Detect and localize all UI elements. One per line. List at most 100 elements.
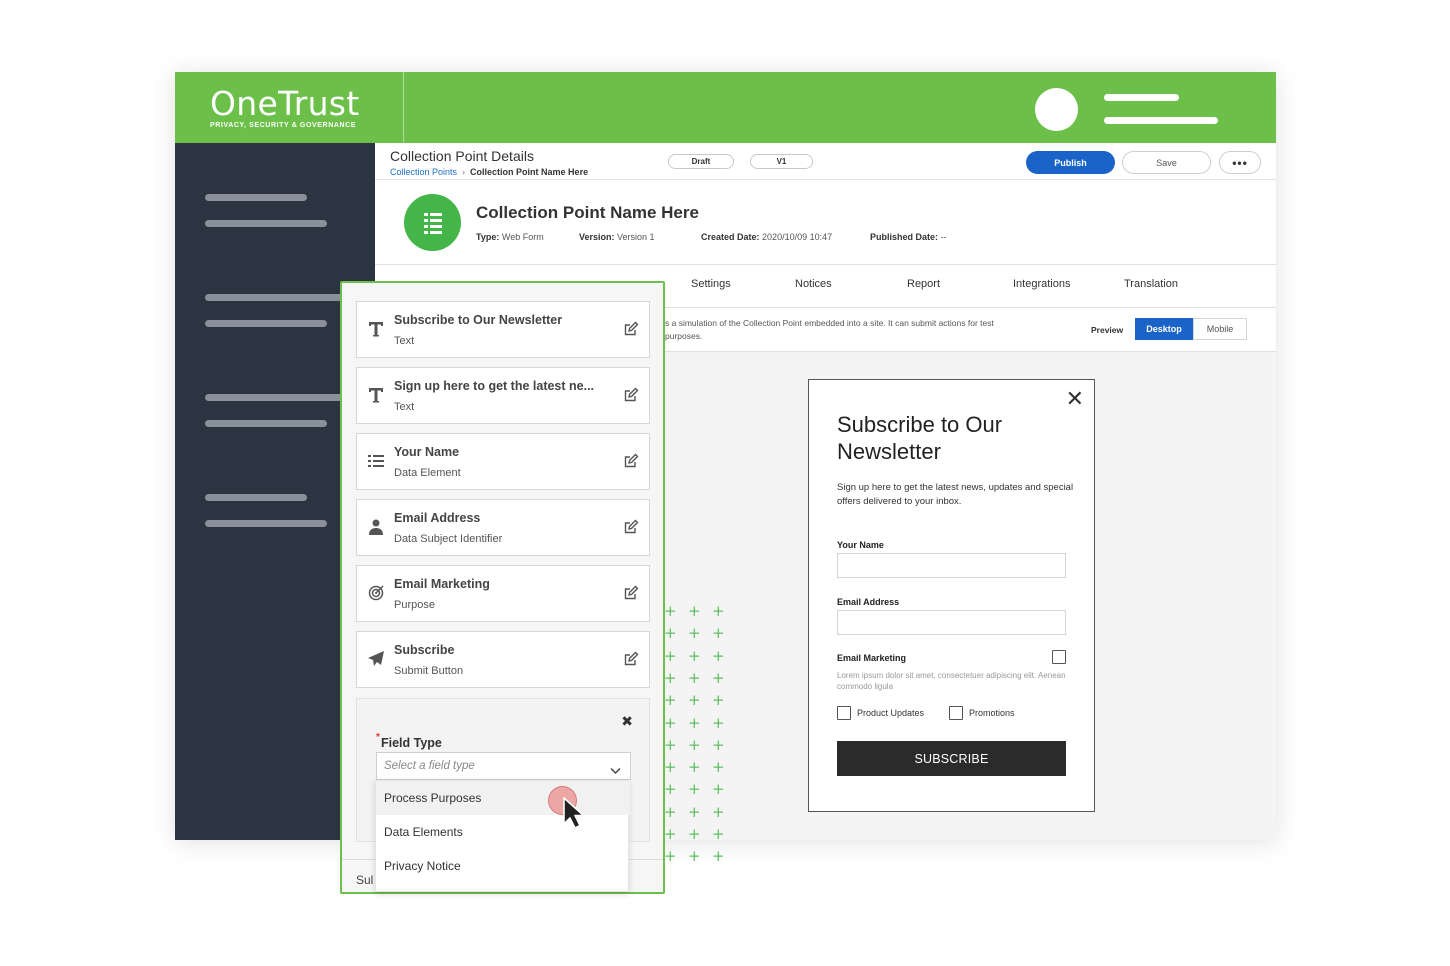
- user-icon: [365, 516, 387, 538]
- card-subtitle: Data Subject Identifier: [394, 533, 503, 545]
- close-icon[interactable]: ✖: [621, 713, 633, 730]
- version-badge: V1: [750, 154, 813, 169]
- sidebar-item-placeholder[interactable]: [205, 420, 327, 427]
- edit-icon[interactable]: [623, 519, 639, 535]
- field-type-dropdown-menu: Process Purposes Data Elements Privacy N…: [375, 780, 630, 892]
- field-type-placeholder: Select a field type: [384, 760, 475, 772]
- sidebar-item-placeholder[interactable]: [205, 494, 307, 501]
- plus-decoration: +: [664, 646, 677, 665]
- email-marketing-checkbox[interactable]: [1052, 650, 1066, 664]
- top-bar: OneTrust PRIVACY, SECURITY & GOVERNANCE: [175, 72, 1276, 143]
- plus-decoration: +: [712, 735, 725, 754]
- close-icon[interactable]: ✕: [1066, 388, 1084, 410]
- meta-created-value: 2020/10/09 10:47: [762, 232, 833, 242]
- promotions-checkbox[interactable]: [949, 706, 963, 720]
- sidebar-item-placeholder[interactable]: [205, 394, 345, 401]
- edit-icon[interactable]: [623, 585, 639, 601]
- breadcrumb-collection-points[interactable]: Collection Points: [390, 167, 457, 177]
- required-marker: *: [376, 732, 380, 743]
- product-updates-checkbox[interactable]: [837, 706, 851, 720]
- sidebar-item-placeholder[interactable]: [205, 220, 327, 227]
- plus-decoration: +: [712, 758, 725, 777]
- plus-decoration: +: [688, 602, 701, 620]
- card-subtitle: Purpose: [394, 599, 435, 611]
- onetrust-logo[interactable]: OneTrust PRIVACY, SECURITY & GOVERNANCE: [210, 86, 360, 130]
- breadcrumb-chevron-icon: ›: [462, 167, 466, 177]
- builder-card[interactable]: Sign up here to get the latest ne... Tex…: [356, 367, 650, 424]
- plus-decoration: +: [688, 780, 701, 799]
- save-button[interactable]: Save: [1122, 151, 1211, 174]
- plus-decoration: +: [664, 624, 677, 643]
- plus-decoration: +: [664, 847, 677, 866]
- menu-placeholder-line: [1104, 94, 1179, 101]
- tab-integrations[interactable]: Integrations: [1013, 278, 1070, 290]
- sidebar-item-placeholder[interactable]: [205, 320, 327, 327]
- list-icon: [404, 194, 461, 251]
- newsletter-subtitle: Sign up here to get the latest news, upd…: [837, 482, 1074, 507]
- user-avatar[interactable]: [1035, 88, 1078, 131]
- plus-decoration: +: [712, 624, 725, 643]
- tab-settings[interactable]: Settings: [691, 278, 731, 290]
- field-type-label: * Field Type: [376, 732, 442, 750]
- meta-type: Type: Web Form: [476, 232, 544, 242]
- plus-decoration: +: [688, 691, 701, 710]
- plus-decoration: +: [712, 713, 725, 732]
- tab-translation[interactable]: Translation: [1124, 278, 1178, 290]
- edit-icon[interactable]: [623, 453, 639, 469]
- plus-decoration: +: [688, 624, 701, 643]
- builder-card[interactable]: Your Name Data Element: [356, 433, 650, 490]
- plus-pattern-decoration: + + + + + + + + + + + + + + + + + + + + + + + + + + + + + + + + + + + +: [664, 604, 730, 868]
- card-subtitle: Submit Button: [394, 665, 464, 677]
- builder-card[interactable]: Subscribe Submit Button: [356, 631, 650, 688]
- subscribe-button[interactable]: SUBSCRIBE: [837, 741, 1066, 776]
- more-options-button[interactable]: •••: [1219, 151, 1261, 174]
- plus-decoration: +: [664, 691, 677, 710]
- status-badge: Draft: [668, 154, 734, 169]
- meta-created: Created Date: 2020/10/09 10:47: [701, 232, 832, 242]
- your-name-input[interactable]: [837, 553, 1066, 578]
- mouse-pointer-icon: [562, 796, 588, 835]
- dropdown-option-process-purposes[interactable]: Process Purposes: [376, 781, 630, 815]
- dropdown-option-data-elements[interactable]: Data Elements: [376, 815, 630, 849]
- meta-published-label: Published Date:: [870, 232, 939, 242]
- product-updates-label: Product Updates: [857, 708, 925, 718]
- promotions-label: Promotions: [969, 708, 1015, 718]
- builder-card[interactable]: Email Marketing Purpose: [356, 565, 650, 622]
- card-title: Your Name: [394, 445, 460, 459]
- plus-decoration: +: [712, 602, 725, 620]
- meta-version-label: Version:: [579, 232, 615, 242]
- plus-decoration: +: [688, 758, 701, 777]
- sidebar-item-placeholder[interactable]: [205, 520, 327, 527]
- newsletter-preview-modal: ✕ Subscribe to Our Newsletter Sign up he…: [808, 379, 1095, 812]
- plus-decoration: +: [664, 780, 677, 799]
- sidebar-item-placeholder[interactable]: [205, 194, 307, 201]
- preview-description: s a simulation of the Collection Point e…: [665, 318, 994, 341]
- tab-report[interactable]: Report: [907, 278, 940, 290]
- field-type-select[interactable]: Select a field type: [376, 752, 631, 780]
- dropdown-option-privacy-notice[interactable]: Privacy Notice: [376, 849, 630, 883]
- plus-decoration: +: [712, 780, 725, 799]
- publish-button[interactable]: Publish: [1026, 151, 1115, 174]
- page-header: Collection Point Details Collection Poin…: [375, 143, 1276, 180]
- plus-decoration: +: [664, 825, 677, 843]
- plus-decoration: +: [664, 758, 677, 777]
- email-address-input[interactable]: [837, 610, 1066, 635]
- preview-mobile-toggle[interactable]: Mobile: [1193, 318, 1247, 340]
- plus-decoration: +: [664, 735, 677, 754]
- tab-notices[interactable]: Notices: [795, 278, 832, 290]
- card-title: Sign up here to get the latest ne...: [394, 379, 595, 393]
- submit-section-label: Sul: [356, 873, 374, 887]
- edit-icon[interactable]: [623, 387, 639, 403]
- builder-card[interactable]: Subscribe to Our Newsletter Text: [356, 301, 650, 358]
- card-subtitle: Text: [394, 401, 415, 413]
- plus-decoration: +: [688, 713, 701, 732]
- sidebar-item-placeholder[interactable]: [205, 294, 345, 301]
- edit-icon[interactable]: [623, 651, 639, 667]
- paper-plane-icon: [365, 648, 387, 670]
- meta-type-label: Type:: [476, 232, 500, 242]
- preview-desktop-toggle[interactable]: Desktop: [1135, 318, 1193, 340]
- edit-icon[interactable]: [623, 321, 639, 337]
- plus-decoration: +: [712, 825, 725, 843]
- builder-card[interactable]: Email Address Data Subject Identifier: [356, 499, 650, 556]
- meta-version: Version: Version 1: [579, 232, 655, 242]
